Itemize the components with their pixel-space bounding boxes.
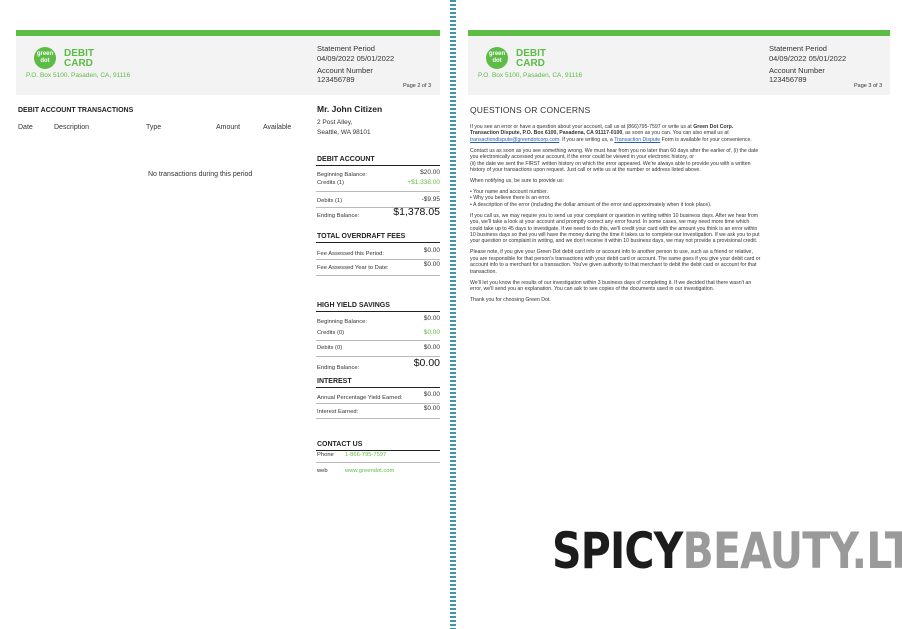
savings-ending-label: Ending Balance: <box>317 365 360 371</box>
interest-apy-label: Annual Percentage Yield Earned: <box>317 395 403 401</box>
row-rule <box>316 275 440 276</box>
paragraph-results: We'll let you know the results of our in… <box>470 279 752 293</box>
transactions-title: DEBIT ACCOUNT TRANSACTIONS <box>18 107 134 114</box>
paragraph-text: If you see an error or have a question a… <box>470 124 692 130</box>
section-rule <box>316 165 440 166</box>
statement-period-label: Statement Period <box>769 44 827 53</box>
overdraft-year-label: Fee Assessed Year to Date: <box>317 265 389 271</box>
paragraph-text: Contact us as soon as you see something … <box>470 147 759 161</box>
brand-address: P.O. Box 5100, Pasaden, CA, 91116 <box>478 72 583 79</box>
customer-street: 2 Post Alley, <box>317 119 353 126</box>
contact-title: CONTACT US <box>317 441 363 448</box>
savings-debits-label: Debits (0) <box>317 345 343 351</box>
statement-period-value: 04/09/2022 05/01/2022 <box>769 54 847 63</box>
debit-beginning-value: $20.00 <box>420 169 440 176</box>
green-dot-logo: green dot <box>486 47 508 69</box>
overdraft-year-value: $0.00 <box>423 261 440 268</box>
statement-period-value: 04/09/2022 05/01/2022 <box>317 54 395 63</box>
savings-debits-value: $0.00 <box>423 344 440 351</box>
paragraph-notify: When notifying us, be sure to provide us… <box>470 178 565 185</box>
row-rule <box>316 191 440 192</box>
customer-city: Seattle, WA 98101 <box>317 129 371 136</box>
paragraph-text: , as soon as you can. You can also email… <box>622 130 729 137</box>
column-date: Date <box>18 124 33 131</box>
dispute-form-link[interactable]: Transaction Dispute <box>614 137 660 143</box>
paragraph-thanks: Thank you for choosing Green Dot. <box>470 297 551 304</box>
debit-beginning-label: Beginning Balance: <box>317 172 367 178</box>
contact-phone-label: Phone <box>317 452 334 458</box>
paragraph-text: . If you are writing us, a <box>559 136 613 143</box>
watermark-part1: SPICY <box>552 522 683 580</box>
watermark-part2: BEAUTY.LT <box>682 522 902 580</box>
paragraph-text: Form is available for your convenience. <box>661 136 752 143</box>
interest-title: INTEREST <box>317 378 352 385</box>
row-rule <box>316 340 440 341</box>
section-rule <box>316 387 440 388</box>
account-number-value: 123456789 <box>317 75 355 84</box>
savings-title: HIGH YIELD SAVINGS <box>317 302 390 309</box>
page-number: Page 2 of 3 <box>403 83 432 89</box>
column-description: Description <box>54 124 90 131</box>
paragraph-investigation: If you call us, we may require you to se… <box>470 212 760 245</box>
account-number-label: Account Number <box>769 66 825 75</box>
savings-beginning-value: $0.00 <box>423 315 440 322</box>
watermark-logo: SPICYBEAUTY.LT <box>552 522 902 580</box>
savings-credits-label: Credits (0) <box>317 330 345 336</box>
interest-apy-value: $0.00 <box>423 391 440 398</box>
customer-name: Mr. John Citizen <box>317 104 383 114</box>
debit-account-title: DEBIT ACCOUNT <box>317 156 375 163</box>
brand-address: P.O. Box 5100, Pasaden, CA, 91116 <box>26 72 131 79</box>
debit-credits-value: +$1,338.00 <box>407 179 440 186</box>
paragraph-deadline: Contact us as soon as you see something … <box>470 148 762 174</box>
row-rule <box>316 418 440 419</box>
row-rule <box>316 403 440 404</box>
notify-list: Your name and account number. Why you be… <box>470 189 762 208</box>
green-dot-logo: green dot <box>34 47 56 69</box>
paragraph-text: (ii) the date we sent the FIRST written … <box>470 160 751 174</box>
list-item: A description of the error (including th… <box>470 202 762 208</box>
account-number-value: 123456789 <box>769 75 807 84</box>
paragraph-responsibility: Please note, if you give your Green Dot … <box>470 249 761 275</box>
statement-page-2: green dot DEBIT CARD P.O. Box 5100, Pasa… <box>0 0 450 629</box>
column-amount: Amount <box>216 124 241 131</box>
debit-ending-value: $1,378.05 <box>393 206 440 218</box>
brand-line2: CARD <box>64 58 93 69</box>
overdraft-period-value: $0.00 <box>423 247 440 254</box>
savings-ending-value: $0.00 <box>413 357 440 369</box>
row-rule <box>316 462 440 463</box>
debit-debits-label: Debits (1) <box>317 198 343 204</box>
questions-body: If you see an error or have a question a… <box>470 124 762 308</box>
contact-web-label: web <box>317 468 328 474</box>
dispute-email-link[interactable]: transactiondispute@greendotcorp.com <box>470 137 559 143</box>
section-rule <box>316 450 440 451</box>
overdraft-title: TOTAL OVERDRAFT FEES <box>317 233 406 240</box>
contact-web-link[interactable]: www.greendot.com <box>345 468 394 474</box>
debit-debits-value: -$9.95 <box>421 196 440 203</box>
debit-credits-label: Credits (1) <box>317 180 345 186</box>
page-number: Page 3 of 3 <box>854 83 883 89</box>
section-rule <box>316 242 440 243</box>
savings-beginning-label: Beginning Balance: <box>317 319 367 325</box>
column-available: Available <box>263 124 292 131</box>
overdraft-period-label: Fee Assessed this Period: <box>317 251 385 257</box>
interest-earned-label: Interest Earned: <box>317 409 359 415</box>
questions-title: QUESTIONS OR CONCERNS <box>470 105 591 115</box>
empty-transactions-message: No transactions during this period <box>148 171 253 178</box>
statement-period-label: Statement Period <box>317 44 375 53</box>
brand-line2: CARD <box>516 58 545 69</box>
contact-phone-value[interactable]: 1-866-795-7597 <box>345 452 386 458</box>
row-rule <box>316 259 440 260</box>
section-rule <box>316 311 440 312</box>
column-type: Type <box>146 124 162 131</box>
savings-credits-value: $0.00 <box>423 329 440 336</box>
debit-ending-label: Ending Balance: <box>317 213 360 219</box>
account-number-label: Account Number <box>317 66 373 75</box>
interest-earned-value: $0.00 <box>423 405 440 412</box>
paragraph-contact: If you see an error or have a question a… <box>470 124 762 143</box>
